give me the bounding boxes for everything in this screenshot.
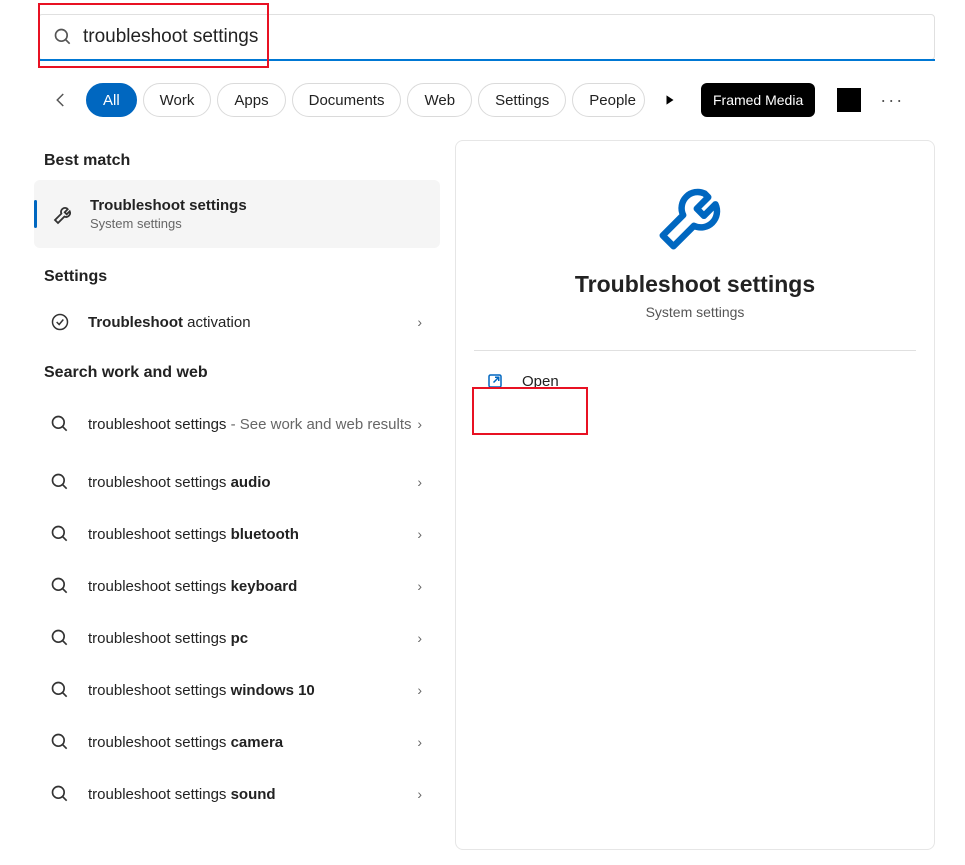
framed-media-button[interactable]: Framed Media xyxy=(701,83,815,117)
tab-web[interactable]: Web xyxy=(407,83,472,117)
more-icon: ··· xyxy=(880,90,904,111)
search-input[interactable] xyxy=(83,26,920,48)
chevron-right-icon: › xyxy=(417,474,422,490)
tab-work[interactable]: Work xyxy=(143,83,212,117)
web-result-bluetooth[interactable]: troubleshoot settings bluetooth › xyxy=(34,508,440,560)
search-icon xyxy=(50,472,70,492)
chevron-right-icon: › xyxy=(417,630,422,646)
open-external-icon xyxy=(486,372,504,390)
web-result-pc[interactable]: troubleshoot settings pc › xyxy=(34,612,440,664)
web-result-label: troubleshoot settings - See work and web… xyxy=(88,416,412,433)
section-best-match: Best match xyxy=(34,152,440,180)
search-icon xyxy=(50,680,70,700)
tabs-scroll-right[interactable] xyxy=(653,83,687,117)
web-result-label: troubleshoot settings bluetooth xyxy=(88,526,299,543)
web-result-label: troubleshoot settings sound xyxy=(88,786,276,803)
tab-people[interactable]: People xyxy=(572,83,645,117)
search-icon xyxy=(50,524,70,544)
web-result-see-work-web[interactable]: troubleshoot settings - See work and web… xyxy=(34,392,440,456)
detail-panel: Troubleshoot settings System settings Op… xyxy=(455,140,935,850)
best-match-subtitle: System settings xyxy=(90,216,247,231)
tab-documents[interactable]: Documents xyxy=(292,83,402,117)
section-settings: Settings xyxy=(34,264,440,296)
web-result-windows-10[interactable]: troubleshoot settings windows 10 › xyxy=(34,664,440,716)
account-square[interactable] xyxy=(837,88,861,112)
wrench-icon xyxy=(652,171,738,257)
detail-subtitle: System settings xyxy=(456,304,934,320)
web-result-sound[interactable]: troubleshoot settings sound › xyxy=(34,768,440,820)
divider xyxy=(474,350,916,351)
detail-title: Troubleshoot settings xyxy=(456,271,934,298)
chevron-right-icon: › xyxy=(417,786,422,802)
web-result-label: troubleshoot settings pc xyxy=(88,630,248,647)
search-icon xyxy=(50,784,70,804)
web-result-audio[interactable]: troubleshoot settings audio › xyxy=(34,456,440,508)
chevron-right-icon: › xyxy=(417,578,422,594)
check-circle-icon xyxy=(50,312,70,332)
chevron-right-icon: › xyxy=(417,682,422,698)
tab-settings[interactable]: Settings xyxy=(478,83,566,117)
open-label: Open xyxy=(522,373,559,390)
web-result-label: troubleshoot settings audio xyxy=(88,474,271,491)
wrench-icon xyxy=(52,202,76,226)
tab-apps[interactable]: Apps xyxy=(217,83,285,117)
results-column: Best match Troubleshoot settings System … xyxy=(34,152,440,820)
more-button[interactable]: ··· xyxy=(875,83,909,117)
open-button[interactable]: Open xyxy=(456,357,934,405)
search-icon xyxy=(50,628,70,648)
best-match-title: Troubleshoot settings xyxy=(90,197,247,214)
web-result-label: troubleshoot settings keyboard xyxy=(88,578,297,595)
web-result-label: troubleshoot settings windows 10 xyxy=(88,682,315,699)
search-icon xyxy=(50,732,70,752)
chevron-right-icon: › xyxy=(417,526,422,542)
search-icon xyxy=(53,27,73,47)
search-icon xyxy=(50,414,70,434)
tab-all[interactable]: All xyxy=(86,83,137,117)
search-underline xyxy=(38,59,935,61)
web-result-camera[interactable]: troubleshoot settings camera › xyxy=(34,716,440,768)
best-match-result[interactable]: Troubleshoot settings System settings xyxy=(34,180,440,248)
back-button[interactable] xyxy=(44,83,78,117)
chevron-right-icon: › xyxy=(417,314,422,330)
web-result-label: troubleshoot settings camera xyxy=(88,734,283,751)
chevron-right-icon: › xyxy=(417,416,422,432)
settings-result-troubleshoot-activation[interactable]: Troubleshoot activation › xyxy=(34,296,440,348)
search-box[interactable] xyxy=(38,14,935,60)
section-search-work-web: Search work and web xyxy=(34,348,440,392)
search-icon xyxy=(50,576,70,596)
web-result-keyboard[interactable]: troubleshoot settings keyboard › xyxy=(34,560,440,612)
filter-tabs-row: All Work Apps Documents Web Settings Peo… xyxy=(44,83,909,117)
chevron-right-icon: › xyxy=(417,734,422,750)
settings-result-label: Troubleshoot activation xyxy=(88,314,251,331)
